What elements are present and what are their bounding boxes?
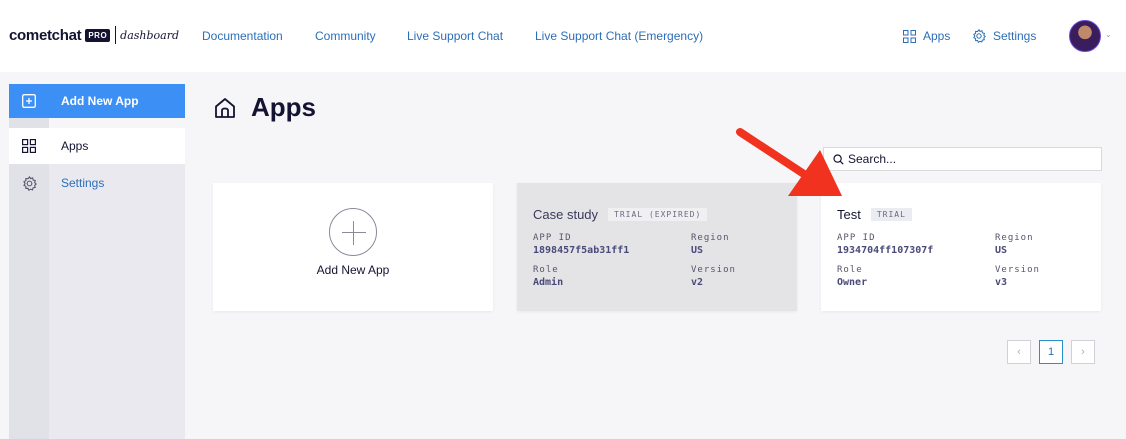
app-id-value: 1934704ff107307f (837, 245, 934, 256)
gear-icon (22, 175, 37, 191)
logo-pro-badge: PRO (85, 28, 111, 42)
logo-dashboard-text: dashboard (120, 28, 180, 42)
add-new-app-label: Add New App (61, 94, 139, 108)
region-value: US (995, 245, 1008, 256)
version-value: v2 (691, 277, 704, 288)
plus-circle-icon (329, 208, 377, 256)
chevron-down-icon[interactable]: ⌄ (1105, 30, 1112, 39)
logo-wordmark: cometchat (9, 26, 82, 44)
header-settings-label: Settings (993, 29, 1037, 43)
region-value: US (691, 245, 704, 256)
role-label: Role (533, 265, 559, 275)
app-id-value: 1898457f5ab31ff1 (533, 245, 630, 256)
plan-badge: TRIAL (870, 208, 912, 221)
sidebar-item-settings[interactable]: Settings (9, 165, 185, 201)
search-input[interactable] (848, 152, 1088, 166)
app-id-label: APP ID (837, 233, 876, 243)
version-label: Version (691, 265, 736, 275)
red-arrow-annotation (736, 128, 842, 196)
page-header: Apps (213, 92, 316, 123)
nav-documentation[interactable]: Documentation (202, 29, 283, 43)
cometchat-logo[interactable]: cometchat PRO dashboard (9, 26, 179, 44)
version-label: Version (995, 265, 1040, 275)
apps-grid-icon (903, 29, 916, 43)
region-label: Region (691, 233, 730, 243)
app-card-test[interactable]: Test TRIAL APP ID 1934704ff107307f Regio… (821, 183, 1101, 311)
pagination-prev-button[interactable]: ‹ (1007, 340, 1031, 364)
header-apps-link[interactable]: Apps (903, 29, 950, 43)
sidebar-item-label: Apps (61, 139, 89, 153)
nav-live-support-chat[interactable]: Live Support Chat (407, 29, 503, 43)
plan-badge: TRIAL (EXPIRED) (608, 208, 708, 221)
plus-square-icon (22, 94, 36, 108)
user-avatar[interactable] (1069, 20, 1101, 52)
nav-community[interactable]: Community (315, 29, 376, 43)
search-box[interactable] (823, 147, 1102, 171)
sidebar-item-label: Settings (61, 176, 105, 190)
nav-live-support-emergency[interactable]: Live Support Chat (Emergency) (535, 29, 703, 43)
header-apps-label: Apps (923, 29, 951, 43)
add-new-app-button[interactable]: Add New App (9, 84, 185, 118)
logo-divider (115, 26, 117, 44)
role-value: Admin (533, 277, 564, 288)
gear-icon (973, 29, 986, 43)
add-new-app-card-label: Add New App (316, 263, 390, 277)
version-value: v3 (995, 277, 1008, 288)
home-icon (215, 97, 235, 118)
header-settings-link[interactable]: Settings (972, 29, 1036, 43)
page-title: Apps (251, 92, 316, 122)
app-name: Case study (533, 207, 599, 222)
pagination-page-1[interactable]: 1 (1039, 340, 1063, 364)
region-label: Region (995, 233, 1034, 243)
sidebar-item-apps[interactable]: Apps (9, 128, 185, 164)
role-label: Role (837, 265, 863, 275)
apps-grid-icon (22, 139, 36, 153)
pagination-next-button[interactable]: › (1071, 340, 1095, 364)
add-new-app-card[interactable]: Add New App (213, 183, 493, 311)
top-bar: cometchat PRO dashboard Documentation Co… (0, 0, 1126, 72)
app-id-label: APP ID (533, 233, 572, 243)
role-value: Owner (837, 277, 868, 288)
